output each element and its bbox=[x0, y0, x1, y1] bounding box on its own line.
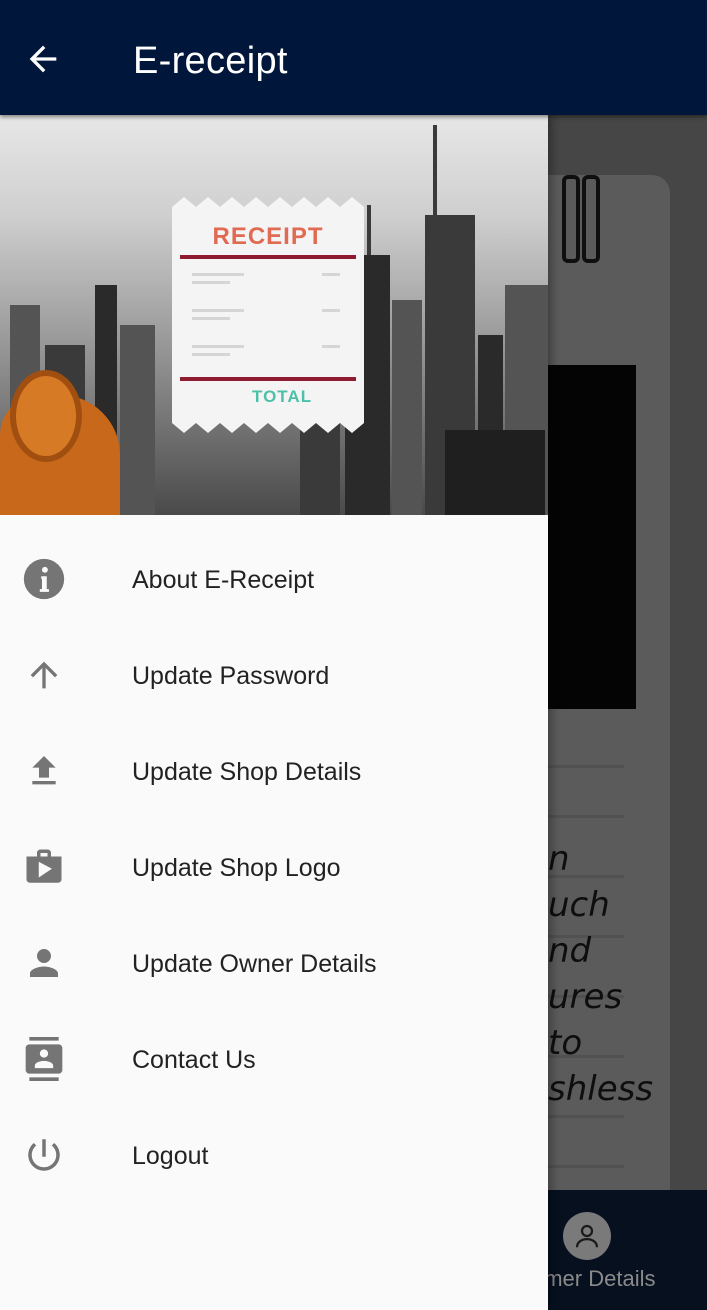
menu-item-logout[interactable]: Logout bbox=[0, 1109, 548, 1205]
receipt-logo: RECEIPT TOTAL bbox=[172, 197, 364, 433]
upload-icon bbox=[22, 749, 66, 793]
binocular-lens bbox=[10, 370, 82, 462]
arrow-back-icon bbox=[29, 45, 57, 73]
navigation-drawer: RECEIPT TOTAL About E-Receipt Update Pas… bbox=[0, 115, 548, 1310]
building bbox=[120, 325, 155, 515]
building bbox=[445, 430, 545, 515]
menu-item-update-owner-details[interactable]: Update Owner Details bbox=[0, 917, 548, 1013]
drawer-header-image: RECEIPT TOTAL bbox=[0, 115, 548, 515]
building-spire bbox=[367, 205, 371, 255]
building bbox=[392, 300, 422, 515]
owner-avatar-icon[interactable] bbox=[563, 1212, 611, 1260]
building-spire bbox=[433, 125, 437, 215]
receipt-total: TOTAL bbox=[252, 387, 313, 406]
info-icon bbox=[22, 557, 66, 601]
menu-item-label: Update Password bbox=[132, 662, 330, 690]
app-bar: E-receipt bbox=[0, 0, 707, 115]
contact-card-icon bbox=[22, 1037, 66, 1081]
menu-item-label: Logout bbox=[132, 1142, 209, 1170]
arrow-up-icon bbox=[22, 653, 66, 697]
bottom-nav-label[interactable]: omer Details bbox=[532, 1266, 655, 1292]
menu-item-label: Update Shop Details bbox=[132, 758, 362, 786]
back-button[interactable] bbox=[18, 34, 68, 84]
menu-item-update-shop-details[interactable]: Update Shop Details bbox=[0, 725, 548, 821]
app-title: E-receipt bbox=[133, 40, 288, 82]
menu-item-label: Update Shop Logo bbox=[132, 854, 341, 882]
receipt-title: RECEIPT bbox=[212, 223, 324, 250]
person-outline-icon bbox=[575, 1224, 599, 1248]
power-icon bbox=[22, 1133, 66, 1177]
menu-item-label: About E-Receipt bbox=[132, 566, 315, 594]
menu-item-label: Contact Us bbox=[132, 1046, 256, 1074]
menu-item-contact-us[interactable]: Contact Us bbox=[0, 1013, 548, 1109]
menu-item-update-shop-logo[interactable]: Update Shop Logo bbox=[0, 821, 548, 917]
menu-item-about[interactable]: About E-Receipt bbox=[0, 533, 548, 629]
menu-item-label: Update Owner Details bbox=[132, 950, 377, 978]
shop-play-icon bbox=[22, 845, 66, 889]
person-icon bbox=[22, 941, 66, 985]
menu-item-update-password[interactable]: Update Password bbox=[0, 629, 548, 725]
